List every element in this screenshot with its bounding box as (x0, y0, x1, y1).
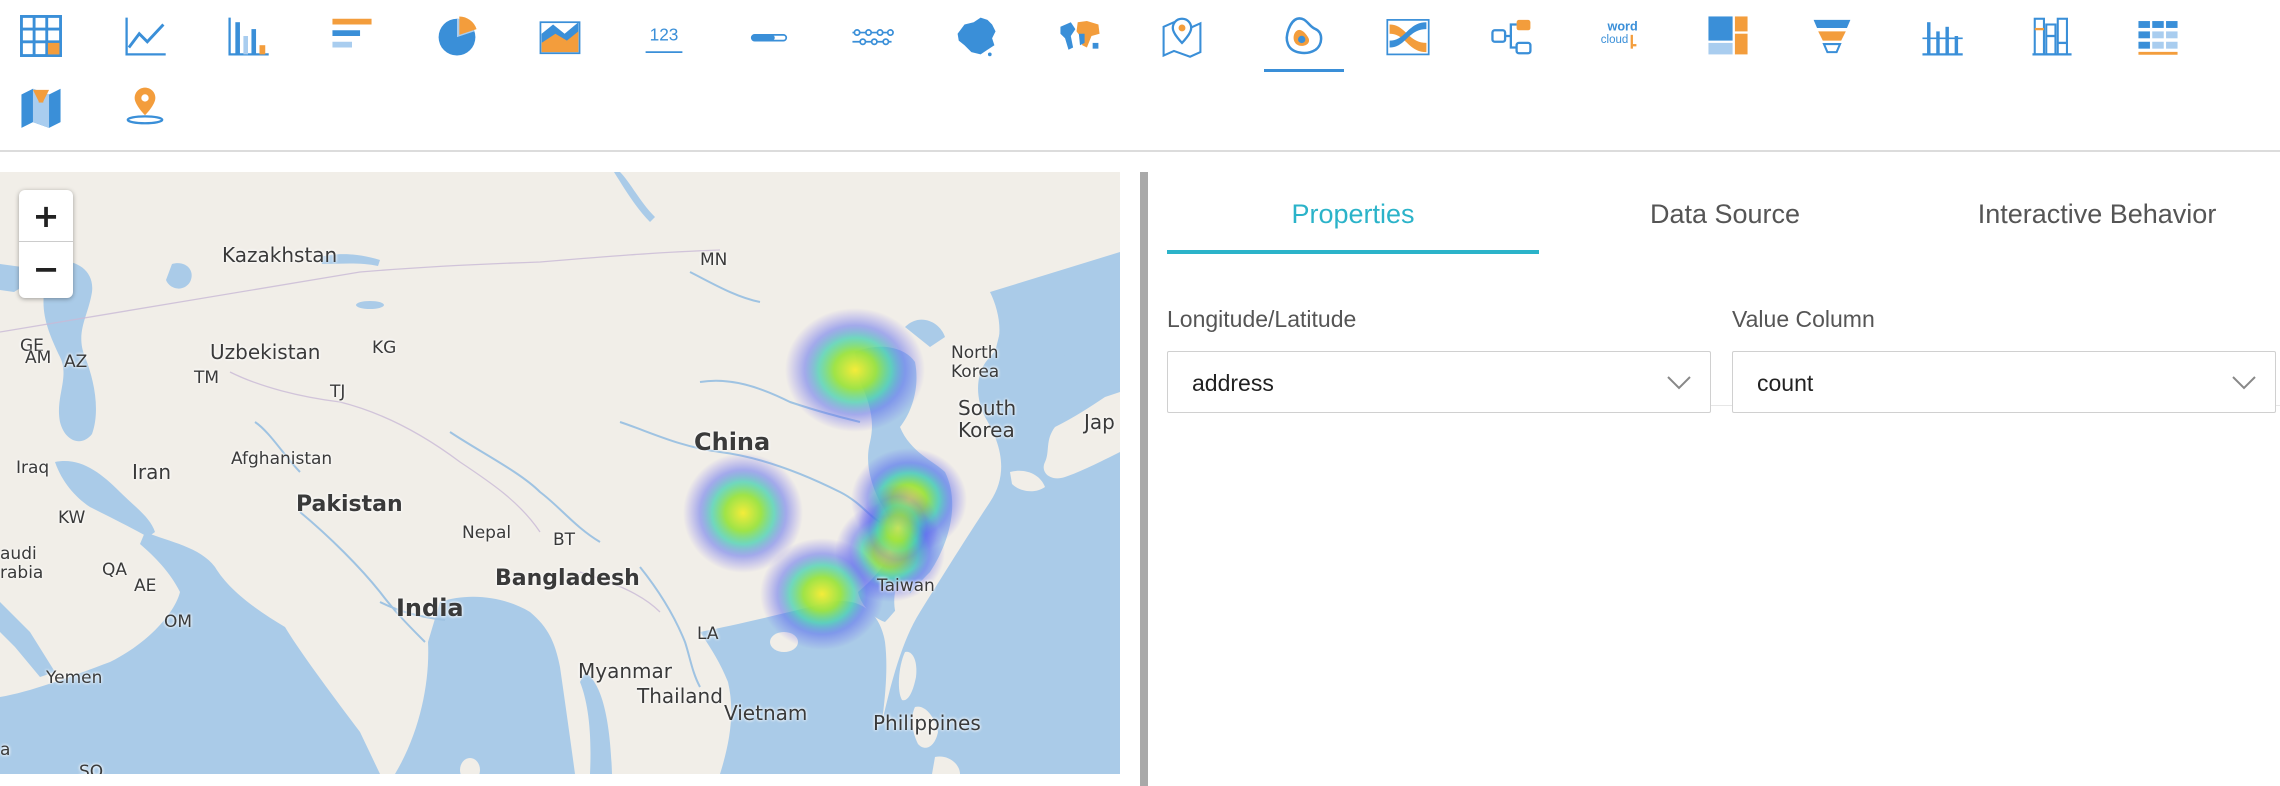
label-qa: QA (102, 560, 128, 580)
panel-splitter[interactable] (1140, 172, 1148, 786)
label-thailand: Thailand (637, 684, 723, 708)
zoom-out-button[interactable]: − (19, 243, 73, 295)
label-ae: AE (134, 576, 157, 596)
label-a: a (0, 740, 11, 760)
properties-panel: Properties Data Source Interactive Behav… (1148, 152, 2280, 786)
label-south-korea: South Korea (958, 396, 1017, 442)
svg-text:word: word (1606, 19, 1637, 33)
label-nepal: Nepal (462, 523, 512, 543)
label-yemen: Yemen (46, 668, 103, 688)
heat-spot (760, 538, 884, 650)
bar-chart-icon[interactable] (312, 0, 392, 72)
sankey-icon[interactable] (1368, 0, 1448, 72)
longitude-latitude-value: address (1192, 370, 1274, 396)
svg-text:cloud: cloud (1601, 34, 1629, 46)
svg-text:123: 123 (650, 25, 679, 45)
treemap-icon[interactable] (1688, 0, 1768, 72)
label-bt: BT (553, 530, 576, 550)
value-column-select[interactable]: count (1732, 351, 2276, 413)
area-chart-icon[interactable] (520, 0, 600, 72)
zoom-control: + − (19, 190, 73, 298)
label-bangladesh: Bangladesh (495, 566, 640, 591)
label-uzbekistan: Uzbekistan (210, 340, 321, 364)
pin-map-icon[interactable] (1142, 0, 1222, 72)
label-om: OM (164, 612, 193, 632)
label-myanmar: Myanmar (578, 659, 672, 683)
label-az: AZ (64, 352, 88, 372)
kpi-number-icon[interactable]: 123 (624, 0, 704, 72)
zoom-in-button[interactable]: + (19, 190, 73, 242)
label-iraq: Iraq (16, 458, 50, 478)
label-kg: KG (372, 338, 397, 358)
label-pakistan: Pakistan (296, 492, 403, 517)
tab-data-source[interactable]: Data Source (1539, 192, 1911, 254)
value-column-label: Value Column (1732, 306, 1875, 332)
word-cloud-icon[interactable]: word cloud (1578, 0, 1658, 72)
label-vietnam: Vietnam (724, 701, 808, 725)
label-india: India (396, 594, 464, 622)
progress-bar-icon[interactable] (729, 0, 809, 72)
heatmap-icon[interactable] (1264, 0, 1344, 72)
label-la: LA (697, 624, 719, 644)
label-tm: TM (194, 368, 220, 388)
tab-properties[interactable]: Properties (1167, 192, 1539, 254)
funnel-icon[interactable] (1792, 0, 1872, 72)
pivot-table-icon[interactable] (2118, 0, 2198, 72)
timeline-icon[interactable] (832, 0, 912, 72)
heatmap-map[interactable]: Kazakhstan MN Uzbekistan KG GE AM AZ TM … (0, 172, 1120, 774)
label-kazakhstan: Kazakhstan (222, 243, 338, 267)
area-map-icon[interactable] (1, 70, 81, 142)
value-column-value: count (1757, 370, 1814, 396)
label-japan: Jap (1084, 410, 1115, 434)
heat-spot-link (858, 484, 938, 572)
longitude-latitude-select[interactable]: address (1167, 351, 1711, 413)
world-map-icon[interactable] (1040, 0, 1120, 72)
label-kw: KW (58, 508, 86, 528)
label-am: AM (25, 348, 52, 368)
label-north-korea: North Korea (951, 343, 1000, 382)
longitude-latitude-label: Longitude/Latitude (1167, 306, 1357, 332)
column-chart-icon[interactable] (208, 0, 288, 72)
chevron-down-icon (2232, 376, 2256, 390)
bullet-chart-icon[interactable] (1902, 0, 1982, 72)
tree-chart-icon[interactable] (1472, 0, 1552, 72)
label-taiwan: Taiwan (877, 576, 935, 596)
chart-type-toolbar: 123 word cloud (0, 0, 2280, 152)
gauge-bar-icon[interactable] (2012, 0, 2092, 72)
label-china: China (694, 428, 771, 456)
label-tj: TJ (330, 382, 346, 402)
heat-spot (785, 308, 925, 432)
label-saudi-arabia: audi rabia (0, 544, 44, 583)
label-iran: Iran (132, 460, 172, 484)
label-so: SO (79, 762, 104, 774)
china-map-icon[interactable] (936, 0, 1016, 72)
table-icon[interactable] (1, 0, 81, 72)
pie-chart-icon[interactable] (417, 0, 497, 72)
line-chart-icon[interactable] (105, 0, 185, 72)
app-window: 123 word cloud Kazakhstan MN Uzbekistan … (0, 0, 2280, 786)
chevron-down-icon (1667, 376, 1691, 390)
tab-interactive-behavior[interactable]: Interactive Behavior (1911, 192, 2280, 254)
location-map-icon[interactable] (105, 70, 185, 142)
label-mn: MN (700, 250, 728, 270)
label-afghanistan: Afghanistan (231, 449, 333, 469)
label-philippines: Philippines (873, 711, 981, 735)
